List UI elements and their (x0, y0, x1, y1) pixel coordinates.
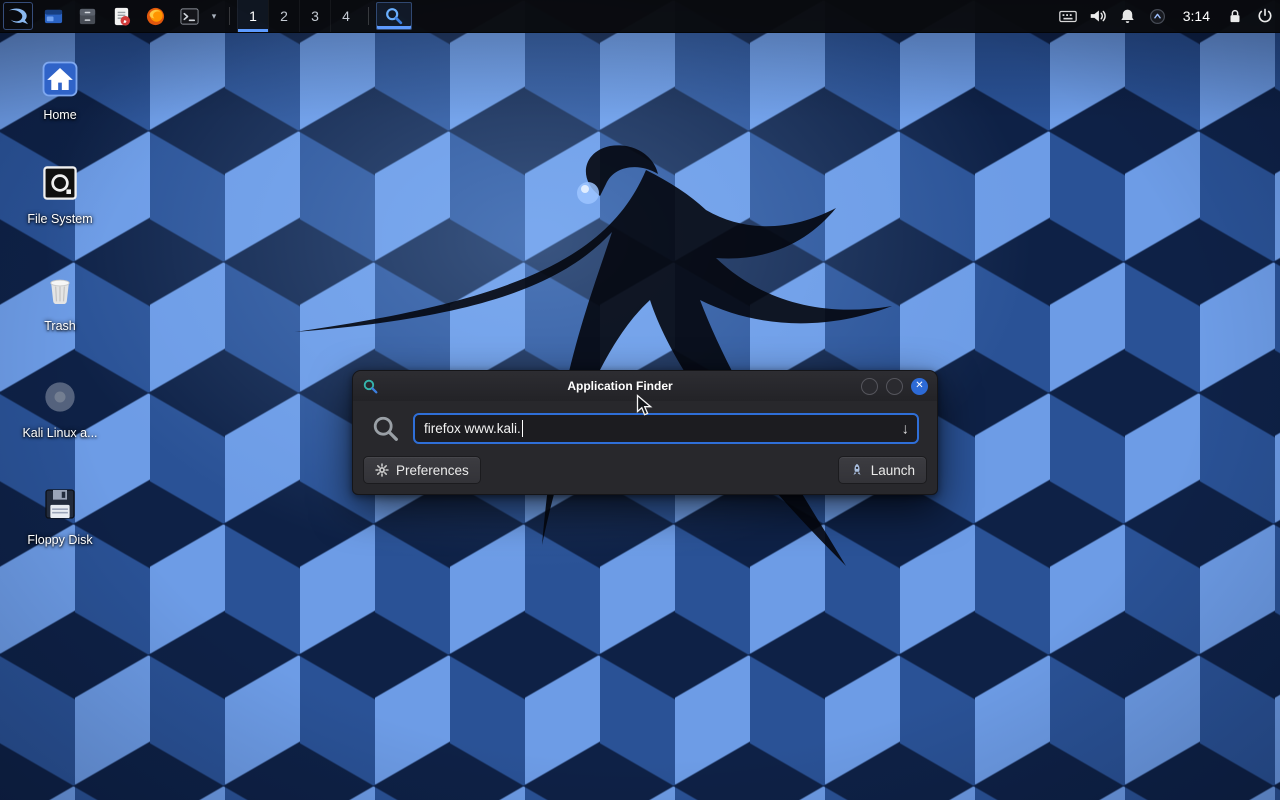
floppy-disk-icon (37, 481, 83, 527)
close-button[interactable]: ✕ (911, 378, 928, 395)
minimize-button[interactable] (861, 378, 878, 395)
volume-icon (1088, 6, 1108, 26)
logout-icon (1256, 7, 1274, 25)
notifications-bell-icon (1118, 7, 1137, 26)
kali-docs-icon (37, 374, 83, 420)
file-system-drive-icon (37, 160, 83, 206)
firefox-icon (145, 6, 166, 27)
file-manager-launcher[interactable] (36, 0, 70, 32)
workspace-2[interactable]: 2 (268, 0, 299, 32)
search-icon (371, 414, 401, 444)
terminal-launcher[interactable] (172, 0, 206, 32)
history-dropdown-icon[interactable]: ↓ (902, 421, 910, 436)
screen-lock-icon (1226, 7, 1244, 25)
desktop-icon-label: Kali Linux a... (22, 426, 97, 440)
application-finder-window: Application Finder ✕ firefox www.kali. ↓ (352, 370, 938, 495)
text-editor-launcher[interactable] (104, 0, 138, 32)
text-caret (522, 420, 523, 437)
desktop-icon-floppy[interactable]: Floppy Disk (12, 481, 108, 547)
panel-separator (229, 7, 230, 25)
window-title: Application Finder (387, 379, 853, 393)
panel-clock[interactable]: 3:14 (1173, 0, 1220, 32)
keyboard-icon (1058, 6, 1078, 26)
desktop-icon-label: Floppy Disk (27, 533, 92, 547)
terminal-menu-arrow[interactable]: ▾ (206, 0, 222, 32)
workspace-3-label: 3 (311, 8, 319, 24)
workspace-3[interactable]: 3 (299, 0, 330, 32)
home-folder-icon (37, 56, 83, 102)
launch-rocket-icon (850, 463, 864, 477)
close-icon: ✕ (915, 381, 923, 391)
search-row: firefox www.kali. ↓ (363, 413, 927, 444)
workspace-1[interactable]: 1 (237, 0, 268, 32)
firefox-launcher[interactable] (138, 0, 172, 32)
network-status-icon (1148, 7, 1167, 26)
desktop-icon-label: File System (27, 212, 92, 226)
panel-launchers: ▾ 1 2 3 4 (0, 0, 412, 32)
notifications[interactable] (1113, 0, 1143, 32)
workspace-4[interactable]: 4 (330, 0, 361, 32)
network-status[interactable] (1143, 0, 1173, 32)
workspace-1-label: 1 (249, 8, 257, 24)
launch-label: Launch (871, 463, 915, 478)
app-finder-window-icon (362, 378, 379, 395)
preferences-button[interactable]: Preferences (363, 456, 481, 484)
preferences-label: Preferences (396, 463, 469, 478)
search-input-value: firefox www.kali. (424, 421, 521, 436)
top-panel: ▾ 1 2 3 4 (0, 0, 1280, 33)
kali-menu-button[interactable] (3, 2, 33, 30)
dialog-body: firefox www.kali. ↓ Preferences (353, 401, 937, 494)
maximize-button[interactable] (886, 378, 903, 395)
desktop-icon-label: Home (43, 108, 76, 122)
keyboard-indicator[interactable] (1053, 0, 1083, 32)
desktop-icon-kali-docs[interactable]: Kali Linux a... (12, 374, 108, 440)
logout-button[interactable] (1250, 0, 1280, 32)
kali-menu-icon (7, 5, 29, 27)
file-manager-icon (43, 6, 64, 27)
files-drawer-launcher[interactable] (70, 0, 104, 32)
trash-bin-icon (37, 267, 83, 313)
gear-icon (375, 463, 389, 477)
titlebar[interactable]: Application Finder ✕ (353, 371, 937, 401)
search-input[interactable]: firefox www.kali. ↓ (413, 413, 919, 444)
workspace-4-label: 4 (342, 8, 350, 24)
screen-lock-button[interactable] (1220, 0, 1250, 32)
volume-control[interactable] (1083, 0, 1113, 32)
desktop-icon-home[interactable]: Home (12, 56, 108, 122)
text-editor-icon (111, 6, 132, 27)
launch-button[interactable]: Launch (838, 456, 927, 484)
taskbar-app-finder[interactable] (376, 2, 412, 30)
panel-tray: 3:14 (1053, 0, 1280, 32)
dialog-buttons: Preferences Launch (363, 456, 927, 484)
app-finder-icon (384, 6, 404, 26)
terminal-icon (179, 6, 200, 27)
files-drawer-icon (77, 6, 98, 27)
desktop-icon-file-system[interactable]: File System (12, 160, 108, 226)
desktop-root: ▾ 1 2 3 4 (0, 0, 1280, 800)
clock-text: 3:14 (1183, 8, 1210, 24)
workspace-2-label: 2 (280, 8, 288, 24)
panel-separator-2 (368, 7, 369, 25)
desktop-icon-trash[interactable]: Trash (12, 267, 108, 333)
desktop-icon-label: Trash (44, 319, 76, 333)
